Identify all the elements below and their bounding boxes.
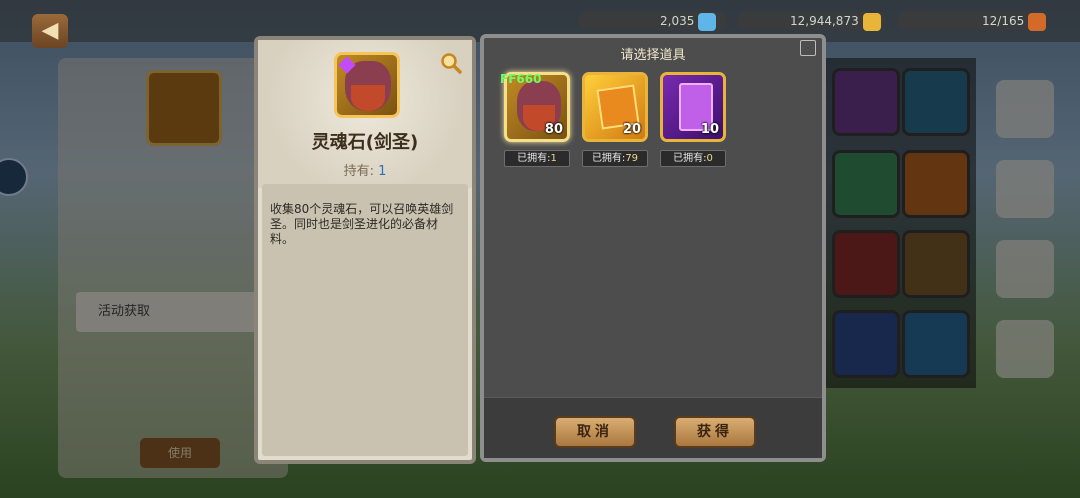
select-item-panel: 请选择道具 80 FF660 20 10 已拥有:1 已拥有:79 已拥有:0 … — [480, 34, 826, 462]
select-panel-header: 请选择道具 — [484, 38, 822, 63]
hold-label: 持有: — [343, 164, 374, 179]
option-purple-card[interactable]: 10 — [660, 72, 726, 142]
option-count: 80 — [544, 122, 563, 137]
gem-count: 2,035 — [660, 10, 720, 32]
cancel-button[interactable]: 取消 — [554, 416, 636, 448]
hold-count: 持有: 1 — [258, 160, 472, 179]
hero-beard-icon — [351, 85, 385, 111]
close-icon[interactable] — [800, 40, 816, 56]
item-name: 灵魂石(剑圣) — [311, 132, 419, 153]
overlay-tag: FF660 — [500, 72, 542, 86]
owned-badge: 已拥有:0 — [660, 150, 726, 167]
soul-stone-icon — [334, 52, 400, 118]
search-icon[interactable] — [440, 52, 462, 74]
option-orange-chest[interactable]: 20 — [582, 72, 648, 142]
owned-badge: 已拥有:79 — [582, 150, 648, 167]
drumstick-icon — [1028, 12, 1047, 31]
owned-badge: 已拥有:1 — [504, 150, 570, 167]
gold-icon — [862, 12, 881, 31]
item-detail-panel: 灵魂石(剑圣) 持有: 1 收集80个灵魂石，可以召唤英雄剑圣。同时也是剑圣进化… — [254, 36, 476, 464]
back-button[interactable]: ◀ — [32, 14, 68, 48]
select-panel-footer — [484, 397, 822, 458]
gem-icon — [698, 12, 717, 31]
option-count: 20 — [622, 122, 641, 137]
obtain-button[interactable]: 获得 — [674, 416, 756, 448]
item-description: 收集80个灵魂石，可以召唤英雄剑圣。同时也是剑圣进化的必备材料。 — [270, 202, 454, 246]
select-panel-title: 请选择道具 — [620, 48, 686, 63]
option-count: 10 — [700, 122, 719, 137]
hold-value: 1 — [378, 164, 387, 179]
stamina-count: 12/165 — [982, 10, 1050, 32]
gold-count: 12,944,873 — [790, 10, 885, 32]
